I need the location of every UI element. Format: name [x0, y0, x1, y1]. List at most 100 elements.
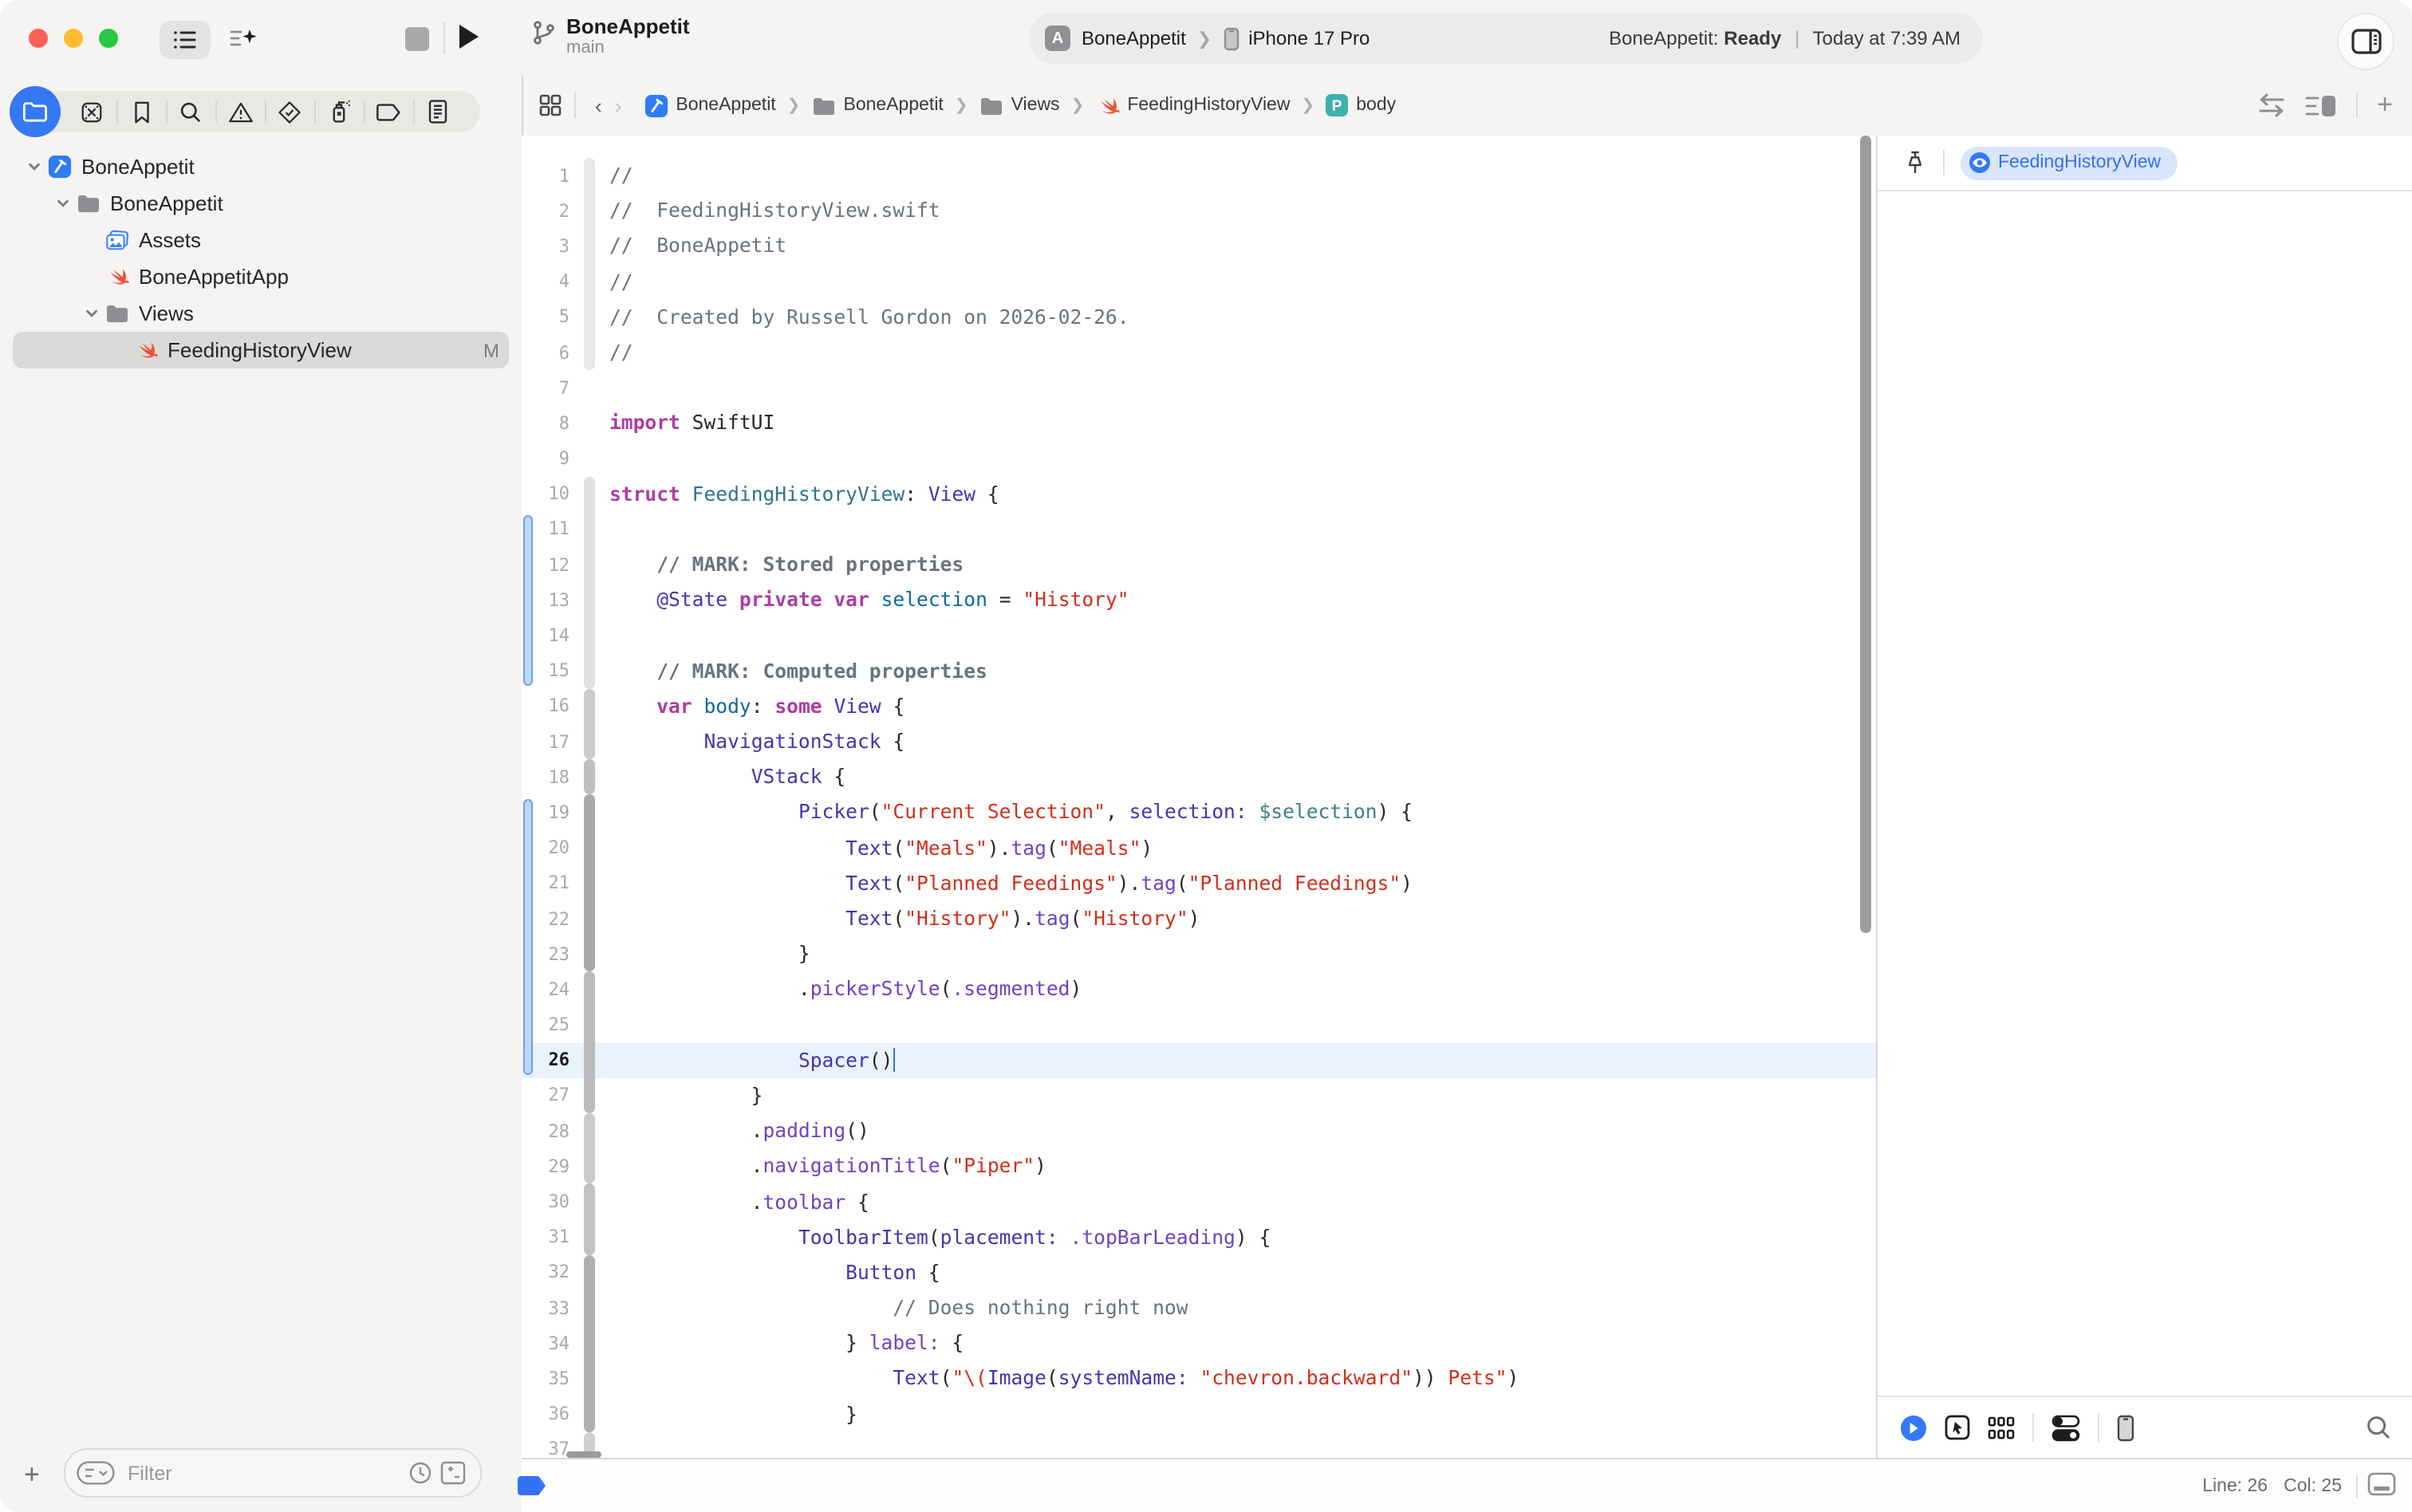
run-button[interactable]	[456, 22, 482, 59]
inspector-toggle-button[interactable]	[2339, 14, 2393, 69]
related-items-grid-icon[interactable]	[539, 94, 562, 116]
editor-layout-icon[interactable]	[2305, 93, 2337, 117]
navigator-tab-folder[interactable]	[10, 86, 61, 137]
device-settings-button[interactable]	[2051, 1414, 2079, 1441]
code-line[interactable]: 19 Picker("Current Selection", selection…	[522, 794, 1875, 831]
navigate-forward-button[interactable]: ›	[615, 93, 622, 117]
line-number[interactable]: 36	[522, 1404, 570, 1424]
code-line[interactable]: 29 .navigationTitle("Piper")	[522, 1148, 1875, 1184]
device-variants-button[interactable]	[1987, 1416, 2014, 1439]
code-line[interactable]: 36 }	[522, 1396, 1875, 1432]
code-line[interactable]: 28 .padding()	[522, 1113, 1875, 1149]
code-line[interactable]: 22 Text("History").tag("History")	[522, 900, 1875, 937]
swap-editors-icon[interactable]	[2257, 93, 2286, 118]
code-line[interactable]: 14	[522, 617, 1875, 654]
add-item-button[interactable]: +	[24, 1461, 40, 1488]
line-number[interactable]: 30	[522, 1191, 570, 1212]
source-control-change-bar[interactable]	[523, 515, 533, 686]
sidebar-item-views[interactable]: Views	[0, 295, 522, 332]
code-line[interactable]: 17 NavigationStack {	[522, 724, 1875, 760]
code-line[interactable]: 9	[522, 441, 1875, 476]
code-line[interactable]: 11	[522, 511, 1875, 548]
navigator-tab-tests[interactable]	[265, 86, 315, 137]
navigator-toggle-button[interactable]	[160, 21, 211, 59]
navigator-filter-field[interactable]: Filter	[64, 1448, 482, 1498]
add-editor-icon[interactable]: +	[2377, 89, 2393, 121]
scheme-name[interactable]: BoneAppetit	[1082, 27, 1186, 49]
navigator-tab-bookmarks[interactable]	[116, 86, 167, 137]
editor-horizontal-scrollbar[interactable]	[566, 1451, 601, 1458]
line-number[interactable]: 4	[522, 271, 570, 292]
sidebar-item-feedinghistoryview[interactable]: FeedingHistoryView M	[0, 332, 522, 368]
navigate-back-button[interactable]: ‹	[595, 93, 602, 117]
code-line[interactable]: 31 ToolbarItem(placement: .topBarLeading…	[522, 1219, 1875, 1255]
breadcrumb-item-feedinghistoryview[interactable]: FeedingHistoryView	[1095, 93, 1290, 117]
minimize-window-button[interactable]	[64, 29, 83, 48]
line-number[interactable]: 18	[522, 767, 570, 788]
code-line[interactable]: 23 }	[522, 936, 1875, 972]
navigator-tab-recent[interactable]	[67, 86, 117, 137]
line-number[interactable]: 7	[522, 377, 570, 398]
line-number[interactable]: 35	[522, 1368, 570, 1389]
line-number[interactable]: 27	[522, 1085, 570, 1106]
stop-button[interactable]	[405, 27, 429, 51]
filter-icon[interactable]	[77, 1461, 115, 1485]
line-number[interactable]: 29	[522, 1156, 570, 1177]
line-number[interactable]: 37	[522, 1439, 570, 1458]
scheme-status-pill[interactable]: A BoneAppetit ❯ iPhone 17 Pro BoneAppeti…	[1029, 13, 1983, 64]
line-number[interactable]: 33	[522, 1297, 570, 1318]
zoom-window-button[interactable]	[99, 29, 118, 48]
breakpoint-indicator-icon[interactable]	[517, 1475, 547, 1496]
preview-device-button[interactable]	[2116, 1414, 2134, 1441]
code-line[interactable]: 25	[522, 1007, 1875, 1043]
code-line[interactable]: 1 //	[522, 158, 1875, 194]
code-line[interactable]: 2 // FeedingHistoryView.swift	[522, 193, 1875, 229]
line-number[interactable]: 32	[522, 1262, 570, 1283]
code-line[interactable]: 7	[522, 370, 1875, 405]
code-line[interactable]: 35 Text("\(Image(systemName: "chevron.ba…	[522, 1360, 1875, 1397]
code-line[interactable]: 32 Button {	[522, 1254, 1875, 1290]
code-line[interactable]: 33 // Does nothing right now	[522, 1290, 1875, 1326]
code-line[interactable]: 24 .pickerStyle(.segmented)	[522, 971, 1875, 1007]
run-destination[interactable]: iPhone 17 Pro	[1248, 27, 1370, 49]
code-line[interactable]: 30 .toolbar {	[522, 1183, 1875, 1220]
source-control-change-bar[interactable]	[523, 798, 533, 1076]
code-line[interactable]: 27 }	[522, 1077, 1875, 1114]
breadcrumb-item-boneappetit[interactable]: BoneAppetit	[812, 95, 944, 116]
code-line[interactable]: 6 //	[522, 334, 1875, 371]
navigator-tab-debug[interactable]	[314, 86, 365, 137]
ai-compose-button[interactable]	[220, 21, 268, 59]
plus-minus-filter-icon[interactable]	[440, 1461, 466, 1485]
navigator-tab-search[interactable]	[166, 86, 216, 137]
code-line[interactable]: 34 } label: {	[522, 1325, 1875, 1361]
zoom-search-icon[interactable]	[2366, 1415, 2391, 1440]
navigator-tab-breakpoints[interactable]	[364, 86, 414, 137]
debug-area-toggle-icon[interactable]	[2367, 1472, 2396, 1496]
line-number[interactable]: 28	[522, 1120, 570, 1141]
breadcrumb-item-body[interactable]: Pbody	[1326, 94, 1396, 116]
disclosure-chevron-icon[interactable]	[51, 196, 73, 211]
sidebar-item-boneappetit[interactable]: BoneAppetit	[0, 185, 522, 222]
line-number[interactable]: 17	[522, 731, 570, 752]
line-number[interactable]: 5	[522, 307, 570, 328]
line-number[interactable]: 16	[522, 696, 570, 717]
line-number[interactable]: 31	[522, 1227, 570, 1247]
code-line[interactable]: 20 Text("Meals").tag("Meals")	[522, 830, 1875, 866]
line-number[interactable]: 8	[522, 413, 570, 434]
pin-icon[interactable]	[1902, 150, 1926, 175]
line-number[interactable]: 3	[522, 236, 570, 257]
code-line[interactable]: 18 VStack {	[522, 759, 1875, 795]
live-preview-button[interactable]	[1899, 1414, 1926, 1441]
code-line[interactable]: 4 //	[522, 264, 1875, 300]
close-window-button[interactable]	[29, 29, 48, 48]
code-line[interactable]: 3 // BoneAppetit	[522, 228, 1875, 265]
line-number[interactable]: 9	[522, 448, 570, 469]
code-line[interactable]: 26 Spacer()	[522, 1042, 1875, 1078]
code-line[interactable]: 37	[522, 1431, 1875, 1458]
code-line[interactable]: 16 var body: some View {	[522, 688, 1875, 724]
selectable-mode-button[interactable]	[1944, 1415, 1969, 1440]
source-editor[interactable]: 1 // 2 // FeedingHistoryView.swift 3 // BoneA…	[522, 136, 1875, 1458]
breadcrumb-item-boneappetit[interactable]: BoneAppetit	[644, 93, 776, 117]
sidebar-item-boneappetit[interactable]: BoneAppetit	[0, 148, 522, 185]
recent-clock-icon[interactable]	[408, 1461, 432, 1485]
